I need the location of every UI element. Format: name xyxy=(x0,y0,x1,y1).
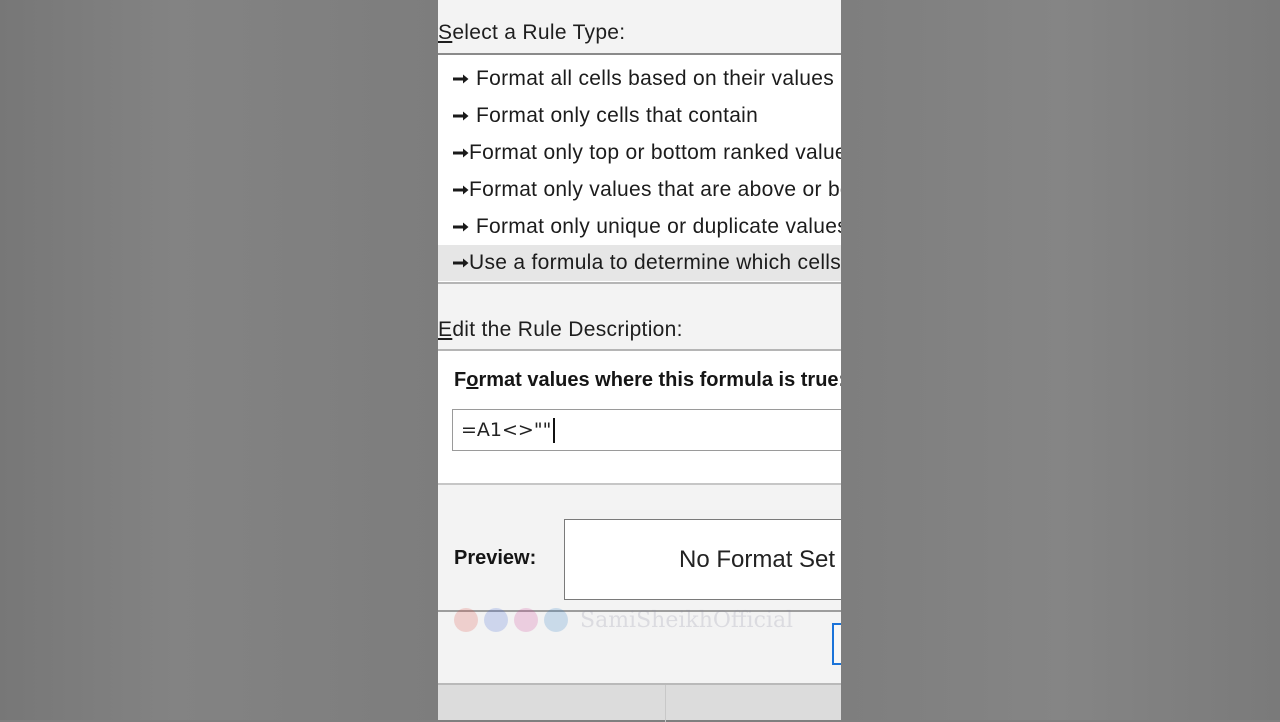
linkedin-icon xyxy=(544,608,568,632)
rule-type-label: Format only top or bottom ranked values xyxy=(469,141,841,164)
facebook-icon xyxy=(484,608,508,632)
text-cursor xyxy=(553,418,555,443)
ok-button[interactable] xyxy=(832,623,841,665)
right-background xyxy=(841,0,1280,720)
rule-type-label: Format only unique or duplicate values xyxy=(475,215,841,238)
rule-type-item-selected[interactable]: Use a formula to determine which cells t… xyxy=(438,245,841,281)
rule-type-label: Format only values that are above or bel… xyxy=(469,178,841,201)
rule-type-list[interactable]: Format all cells based on their values F… xyxy=(438,53,841,284)
rule-type-item[interactable]: Format only top or bottom ranked values xyxy=(438,135,841,171)
cell-gridline xyxy=(665,685,666,722)
pointer-arrow-icon xyxy=(438,258,469,268)
left-background xyxy=(0,0,438,720)
rule-type-item[interactable]: Format only unique or duplicate values xyxy=(438,209,841,245)
pointer-arrow-icon xyxy=(438,148,469,158)
rule-type-item[interactable]: Format all cells based on their values xyxy=(438,61,841,97)
rule-description-panel: Format values where this formula is true… xyxy=(438,349,841,485)
watermark-text: SamiSheikhOfficial xyxy=(580,607,794,633)
worksheet-strip xyxy=(438,683,841,722)
pointer-arrow-icon xyxy=(438,185,469,195)
formula-caption: Format values where this formula is true… xyxy=(454,369,841,391)
youtube-icon xyxy=(454,608,478,632)
select-rule-type-label: Select a Rule Type: xyxy=(438,21,626,44)
rule-type-label: Format all cells based on their values xyxy=(476,67,835,90)
preview-box: No Format Set xyxy=(564,519,841,600)
pointer-arrow-icon xyxy=(438,222,476,232)
instagram-icon xyxy=(514,608,538,632)
preview-label: Preview: xyxy=(454,547,537,569)
watermark: SamiSheikhOfficial xyxy=(454,605,793,635)
edit-rule-description-label: Edit the Rule Description: xyxy=(438,318,683,341)
formula-input[interactable] xyxy=(452,409,841,451)
pointer-arrow-icon xyxy=(438,74,476,84)
pointer-arrow-icon xyxy=(438,111,476,121)
rule-type-label: Use a formula to determine which cells t… xyxy=(469,251,841,274)
rule-type-item[interactable]: Format only values that are above or bel… xyxy=(438,172,841,208)
rule-type-item[interactable]: Format only cells that contain xyxy=(438,98,841,134)
rule-type-label: Format only cells that contain xyxy=(476,104,759,127)
new-formatting-rule-dialog: Select a Rule Type: Format all cells bas… xyxy=(438,0,841,683)
